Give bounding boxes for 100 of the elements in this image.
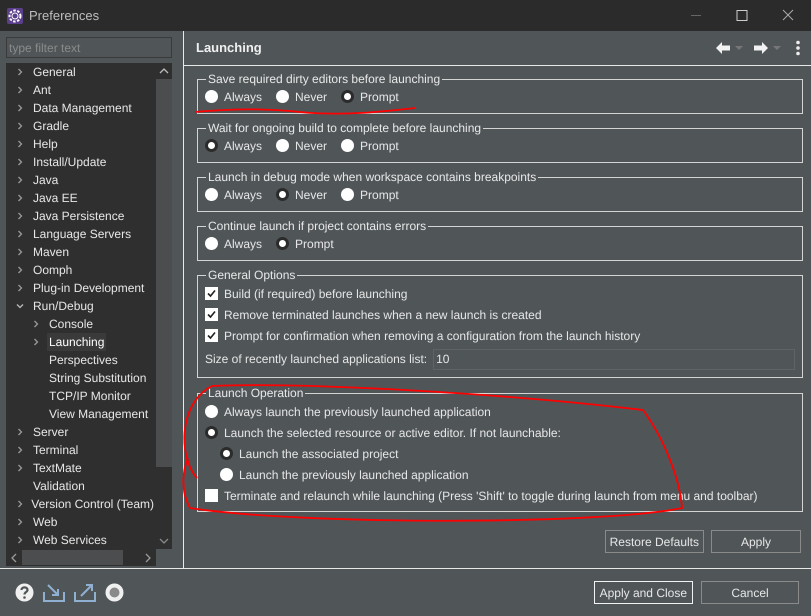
radio-button[interactable] bbox=[276, 90, 290, 103]
chevron-down-icon[interactable] bbox=[16, 302, 24, 310]
radio-button[interactable] bbox=[205, 188, 218, 201]
chevron-right-icon[interactable] bbox=[16, 248, 24, 256]
tree-item[interactable]: Java Persistence bbox=[31, 207, 126, 225]
chevron-right-icon[interactable] bbox=[16, 464, 24, 472]
tree-item[interactable]: Validation bbox=[31, 477, 87, 495]
chevron-right-icon[interactable] bbox=[16, 68, 24, 76]
tree-item[interactable]: Server bbox=[31, 423, 70, 441]
tree-item[interactable]: General bbox=[31, 63, 78, 81]
chevron-right-icon[interactable] bbox=[16, 500, 24, 508]
option-label: Launch the selected resource or active editor. If not launchable: bbox=[224, 424, 561, 442]
vertical-scrollbar[interactable] bbox=[156, 63, 172, 549]
group-title: Launch in debug mode when workspace contains breakpoints bbox=[207, 169, 538, 185]
radio-button[interactable] bbox=[276, 188, 290, 201]
option-label: Remove terminated launches when a new launch is created bbox=[224, 306, 542, 324]
tree-item[interactable]: TCP/IP Monitor bbox=[47, 387, 133, 405]
checkbox[interactable] bbox=[205, 489, 218, 502]
option-label: Prompt bbox=[360, 88, 399, 106]
option-label: Prompt bbox=[360, 138, 399, 154]
tree-item[interactable]: Install/Update bbox=[31, 153, 108, 171]
radio-button[interactable] bbox=[205, 426, 218, 439]
import-icon[interactable] bbox=[43, 583, 65, 602]
tree-item[interactable]: Terminal bbox=[31, 441, 80, 459]
group-title: Continue launch if project contains errors bbox=[207, 218, 428, 234]
radio-button[interactable] bbox=[341, 90, 354, 103]
chevron-right-icon[interactable] bbox=[32, 338, 40, 346]
tree-item[interactable]: Help bbox=[31, 135, 60, 153]
export-icon[interactable] bbox=[74, 583, 96, 602]
radio-button[interactable] bbox=[205, 405, 218, 418]
tree-item[interactable]: Data Management bbox=[31, 99, 134, 117]
chevron-right-icon[interactable] bbox=[16, 266, 24, 274]
tree-item[interactable]: String Substitution bbox=[47, 369, 148, 387]
chevron-right-icon[interactable] bbox=[16, 104, 24, 112]
radio-button[interactable] bbox=[341, 188, 354, 201]
chevron-right-icon[interactable] bbox=[16, 122, 24, 130]
radio-button[interactable] bbox=[220, 468, 233, 481]
radio-button[interactable] bbox=[276, 237, 290, 250]
help-icon[interactable] bbox=[15, 583, 34, 602]
horizontal-scrollbar[interactable] bbox=[6, 549, 156, 566]
tree-item[interactable]: Web bbox=[31, 513, 60, 531]
tree-item[interactable]: Oomph bbox=[31, 261, 74, 279]
chevron-right-icon[interactable] bbox=[16, 194, 24, 202]
tree-item[interactable]: Launching bbox=[47, 333, 106, 351]
chevron-right-icon[interactable] bbox=[16, 536, 24, 544]
chevron-right-icon[interactable] bbox=[16, 212, 24, 220]
chevron-right-icon[interactable] bbox=[32, 320, 40, 328]
option-label: Prompt for confirmation when removing a configuration from the launch history bbox=[224, 328, 640, 344]
record-icon[interactable] bbox=[105, 583, 124, 602]
chevron-right-icon[interactable] bbox=[16, 176, 24, 184]
restore-defaults-button[interactable]: Restore Defaults bbox=[604, 530, 704, 553]
group-title: Save required dirty editors before launching bbox=[207, 71, 442, 87]
radio-button[interactable] bbox=[205, 139, 218, 152]
chevron-right-icon[interactable] bbox=[16, 230, 24, 238]
option-label: Always bbox=[224, 138, 262, 154]
tree-item[interactable]: Java EE bbox=[31, 189, 80, 207]
tree-item[interactable]: TextMate bbox=[31, 459, 84, 477]
chevron-right-icon[interactable] bbox=[16, 86, 24, 94]
tree-item[interactable]: Run/Debug bbox=[31, 297, 96, 315]
radio-button[interactable] bbox=[341, 139, 354, 152]
app-icon bbox=[6, 6, 24, 24]
size-label: Size of recently launched applications list: bbox=[205, 351, 428, 368]
checkbox[interactable] bbox=[205, 287, 218, 300]
radio-button[interactable] bbox=[205, 237, 218, 250]
back-arrow-icon[interactable] bbox=[715, 41, 731, 55]
chevron-right-icon[interactable] bbox=[16, 140, 24, 148]
tree-item[interactable]: Gradle bbox=[31, 117, 72, 135]
tree-item[interactable]: Web Services bbox=[31, 531, 109, 549]
chevron-right-icon[interactable] bbox=[16, 518, 24, 526]
tree-item[interactable]: Plug-in Development bbox=[31, 279, 146, 297]
tree-item[interactable]: View Management bbox=[47, 405, 150, 423]
checkbox[interactable] bbox=[205, 329, 218, 342]
apply-button[interactable]: Apply bbox=[711, 530, 801, 553]
option-label: Launch the associated project bbox=[239, 446, 398, 462]
group-title: Launch Operation bbox=[207, 385, 304, 401]
chevron-right-icon[interactable] bbox=[16, 428, 24, 436]
tree-item[interactable]: Maven bbox=[31, 243, 72, 261]
tree-item[interactable]: Version Control (Team) bbox=[29, 495, 156, 513]
size-field[interactable]: 10 bbox=[433, 348, 795, 370]
option-label: Always bbox=[224, 236, 262, 252]
radio-button[interactable] bbox=[276, 139, 290, 152]
radio-button[interactable] bbox=[205, 90, 218, 103]
filter-field[interactable]: type filter text bbox=[6, 37, 172, 58]
checkbox[interactable] bbox=[205, 308, 218, 321]
group-title: Wait for ongoing build to complete before launching bbox=[207, 120, 482, 136]
more-menu-icon[interactable] bbox=[795, 40, 801, 56]
apply-and-close-button[interactable]: Apply and Close bbox=[594, 581, 693, 604]
chevron-right-icon[interactable] bbox=[16, 158, 24, 166]
cancel-button[interactable]: Cancel bbox=[701, 581, 799, 604]
radio-button[interactable] bbox=[220, 447, 233, 460]
tree-item[interactable]: Console bbox=[47, 315, 96, 333]
tree-item[interactable]: Ant bbox=[31, 81, 54, 99]
option-label: Prompt bbox=[360, 186, 399, 204]
forward-arrow-icon[interactable] bbox=[753, 41, 769, 55]
chevron-right-icon[interactable] bbox=[16, 284, 24, 292]
tree-item[interactable]: Perspectives bbox=[47, 351, 120, 369]
tree-item[interactable]: Language Servers bbox=[31, 225, 134, 243]
chevron-right-icon[interactable] bbox=[16, 446, 24, 454]
tree-item[interactable]: Java bbox=[31, 171, 60, 189]
window-title: Preferences bbox=[29, 6, 100, 25]
